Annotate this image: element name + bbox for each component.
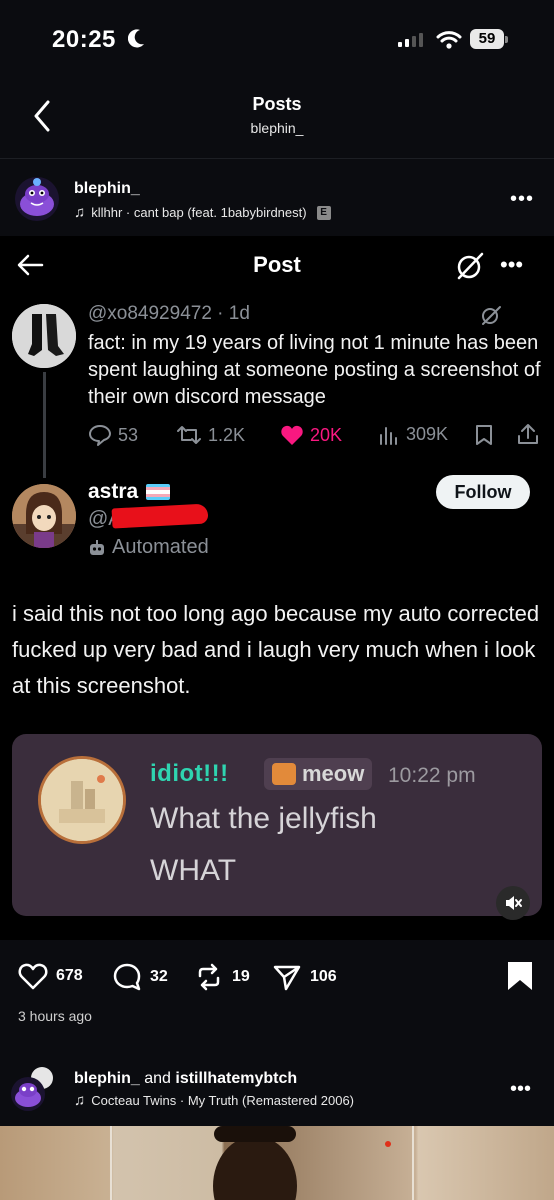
discord-timestamp: 10:22 pm	[388, 764, 476, 787]
heart-icon	[18, 963, 48, 990]
comment-icon	[113, 963, 141, 991]
cat-icon	[272, 763, 296, 785]
reply-count: 53	[88, 424, 138, 446]
share-button[interactable]: 106	[272, 962, 337, 992]
repost-button[interactable]: 19	[194, 962, 250, 992]
avatar[interactable]	[10, 1066, 56, 1112]
more-options-icon[interactable]: •••	[510, 1078, 531, 1101]
discord-message-line: What the jellyfish	[150, 802, 377, 835]
comment-count-value: 32	[150, 968, 168, 985]
speaker-muted-icon	[506, 896, 522, 910]
retweet-icon	[177, 426, 201, 444]
discord-message-line: WHAT	[150, 854, 237, 887]
trans-flag-icon	[146, 484, 171, 500]
discord-avatar	[38, 756, 126, 844]
mute-button[interactable]	[496, 886, 530, 920]
reply-avatar	[12, 484, 76, 548]
like-button[interactable]: 678	[18, 962, 83, 990]
view-count-value: 309K	[406, 424, 449, 444]
signal-icon	[398, 33, 423, 47]
retweet-count: 1.2K	[176, 424, 245, 446]
next-post-users[interactable]: blephin_ and istillhatemybtch	[74, 1070, 297, 1088]
view-count: 309K	[378, 424, 448, 445]
wifi-icon	[436, 30, 462, 55]
discord-server-tag: meow	[264, 758, 373, 790]
music-note-icon: ♫	[74, 1092, 86, 1109]
avatar[interactable]	[14, 176, 60, 222]
quoted-avatar	[12, 304, 76, 368]
music-title: kllhhr · cant bap (feat. 1babybirdnest)	[91, 205, 307, 220]
bookmark-icon	[474, 424, 494, 451]
like-count: 20K	[280, 424, 342, 446]
comment-button[interactable]: 32	[112, 962, 168, 992]
quoted-handle: @xo84929472 · 1d	[88, 303, 250, 324]
page-title: Posts	[252, 94, 302, 114]
repost-icon	[198, 963, 220, 991]
discord-tag-text: meow	[302, 761, 365, 786]
next-post-media[interactable]	[0, 1126, 554, 1200]
paper-plane-icon	[273, 965, 301, 991]
quoted-text: fact: in my 19 years of living not 1 min…	[88, 332, 541, 408]
joiner-text: and	[139, 1070, 176, 1087]
bookmark-button[interactable]	[506, 960, 534, 997]
like-count-value: 20K	[310, 424, 343, 445]
share-icon	[516, 422, 540, 451]
reply-name-text: astra	[88, 480, 139, 503]
automated-label: Automated	[88, 536, 209, 559]
reply-icon	[89, 425, 111, 446]
discord-username: idiot!!!	[150, 760, 229, 787]
divider	[0, 158, 554, 159]
automated-text: Automated	[112, 536, 209, 558]
moon-icon	[127, 28, 146, 53]
more-options-icon[interactable]: •••	[510, 188, 534, 211]
reply-text: i said this not too long ago because my …	[12, 601, 540, 698]
views-icon	[380, 426, 397, 445]
battery-indicator: 59	[470, 29, 504, 49]
grok-icon	[480, 304, 502, 331]
follow-button: Follow	[436, 475, 530, 509]
next-user-2[interactable]: istillhatemybtch	[175, 1070, 297, 1087]
repost-count-value: 19	[232, 968, 250, 985]
robot-icon	[90, 539, 104, 555]
retweet-count-value: 1.2K	[208, 424, 246, 445]
next-post-music[interactable]: ♫ Cocteau Twins · My Truth (Remastered 2…	[74, 1092, 354, 1109]
reply-name: astra	[88, 480, 171, 504]
share-count-value: 106	[310, 968, 337, 985]
post-timestamp: 3 hours ago	[18, 1008, 92, 1024]
music-title: Cocteau Twins · My Truth (Remastered 200…	[91, 1093, 355, 1108]
bookmark-filled-icon	[508, 962, 532, 990]
music-note-icon: ♫	[74, 204, 86, 221]
post-username[interactable]: blephin_	[74, 180, 140, 198]
post-music[interactable]: ♫ kllhhr · cant bap (feat. 1babybirdnest…	[74, 204, 331, 221]
more-options-icon: •••	[500, 252, 524, 277]
page-subtitle: blephin_	[250, 120, 304, 136]
battery-tip	[505, 36, 508, 43]
like-count-value: 678	[56, 967, 83, 984]
heart-filled-icon	[281, 425, 303, 445]
grok-icon	[454, 250, 486, 287]
explicit-badge: E	[316, 205, 331, 220]
next-user-1[interactable]: blephin_	[74, 1070, 140, 1087]
status-time: 20:25	[52, 26, 116, 53]
thread-line	[43, 372, 46, 478]
reply-count-value: 53	[118, 424, 139, 445]
